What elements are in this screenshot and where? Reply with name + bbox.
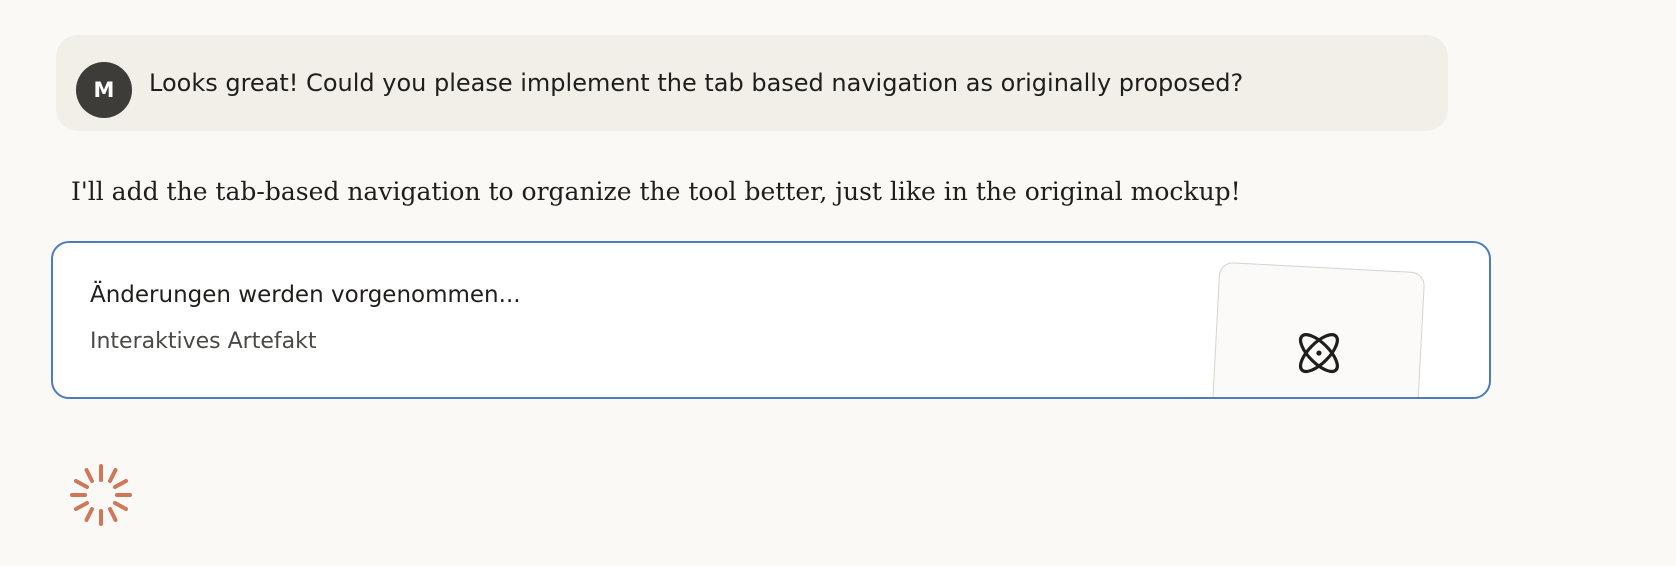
atom-icon: [1298, 333, 1339, 374]
artifact-preview-tile: [1210, 261, 1426, 397]
user-message-text: Looks great! Could you please implement …: [149, 69, 1244, 97]
assistant-message-text: I'll add the tab-based navigation to org…: [71, 177, 1241, 206]
avatar-initial: M: [93, 78, 115, 102]
artifact-subtitle: Interaktives Artefakt: [90, 329, 317, 354]
user-message: M Looks great! Could you please implemen…: [56, 35, 1448, 131]
user-avatar[interactable]: M: [76, 62, 132, 118]
artifact-title: Änderungen werden vorgenommen...: [90, 282, 521, 308]
loading-spinner-icon: [70, 464, 132, 526]
chat-view: M Looks great! Could you please implemen…: [0, 0, 1676, 566]
artifact-card[interactable]: Änderungen werden vorgenommen... Interak…: [51, 241, 1491, 399]
